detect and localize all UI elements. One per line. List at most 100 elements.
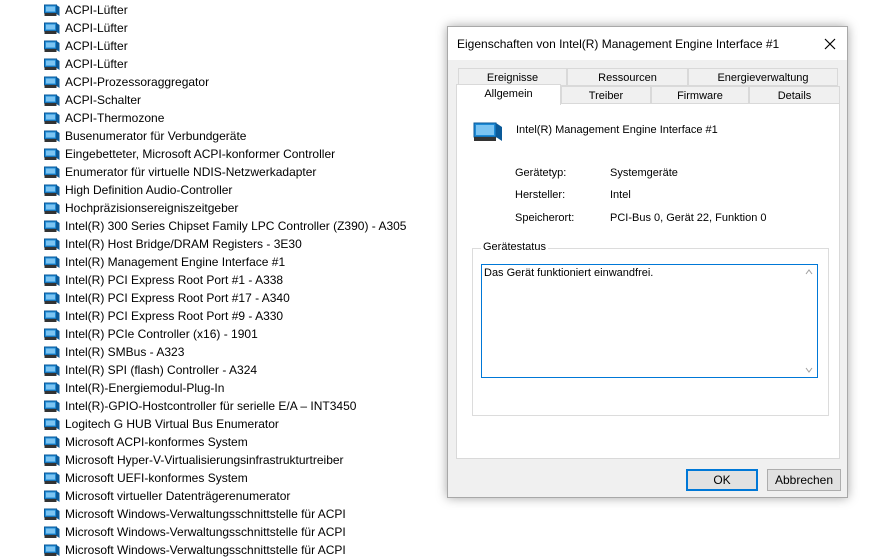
device-icon [44, 544, 60, 556]
tab-details[interactable]: Details [749, 86, 840, 104]
device-list-item[interactable]: Microsoft Windows-Verwaltungsschnittstel… [44, 541, 346, 559]
device-list-label: Microsoft ACPI-konformes System [65, 435, 248, 449]
device-list-item[interactable]: Intel(R)-GPIO-Hostcontroller für seriell… [44, 397, 356, 415]
device-icon [44, 328, 60, 340]
scroll-down-icon[interactable] [805, 367, 813, 373]
device-list-label: ACPI-Lüfter [65, 21, 128, 35]
dialog-title: Eigenschaften von Intel(R) Management En… [457, 37, 780, 51]
device-list-item[interactable]: ACPI-Thermozone [44, 109, 164, 127]
device-list-item[interactable]: Intel(R) PCI Express Root Port #1 - A338 [44, 271, 283, 289]
device-status-legend: Gerätestatus [481, 241, 548, 253]
device-list-item[interactable]: Intel(R) 300 Series Chipset Family LPC C… [44, 217, 406, 235]
device-list-item[interactable]: Microsoft virtueller Datenträgerenumerat… [44, 487, 290, 505]
device-list-item[interactable]: ACPI-Lüfter [44, 19, 128, 37]
device-icon [44, 382, 60, 394]
tab-ressourcen[interactable]: Ressourcen [567, 68, 688, 86]
tab-allgemein[interactable]: Allgemein [456, 84, 561, 105]
device-list-label: Microsoft Windows-Verwaltungsschnittstel… [65, 543, 346, 557]
properties-dialog: Eigenschaften von Intel(R) Management En… [447, 26, 848, 498]
device-icon [44, 58, 60, 70]
device-icon [44, 148, 60, 160]
device-type-value: Systemgeräte [610, 167, 678, 179]
title-bar[interactable]: Eigenschaften von Intel(R) Management En… [448, 27, 847, 60]
manufacturer-value: Intel [610, 189, 631, 201]
scroll-up-icon[interactable] [805, 269, 813, 275]
device-list-item[interactable]: Busenumerator für Verbundgeräte [44, 127, 246, 145]
device-list-label: Logitech G HUB Virtual Bus Enumerator [65, 417, 279, 431]
device-icon [44, 76, 60, 88]
device-list-item[interactable]: Microsoft Windows-Verwaltungsschnittstel… [44, 505, 346, 523]
device-list-item[interactable]: ACPI-Lüfter [44, 1, 128, 19]
device-icon [44, 310, 60, 322]
device-list-label: Microsoft Hyper-V-Virtualisierungsinfras… [65, 453, 344, 467]
device-list-label: Busenumerator für Verbundgeräte [65, 129, 247, 143]
tab-treiber[interactable]: Treiber [561, 86, 651, 104]
device-icon [44, 436, 60, 448]
device-list-label: Microsoft Windows-Verwaltungsschnittstel… [65, 507, 346, 521]
device-list-label: Intel(R) SPI (flash) Controller - A324 [65, 363, 258, 377]
device-icon [44, 130, 60, 142]
device-list-item[interactable]: Microsoft Windows-Verwaltungsschnittstel… [44, 523, 346, 541]
tab-firmware[interactable]: Firmware [651, 86, 749, 104]
device-list-item[interactable]: Intel(R) Host Bridge/DRAM Registers - 3E… [44, 235, 302, 253]
device-list-label: ACPI-Lüfter [65, 57, 128, 71]
device-list-item[interactable]: High Definition Audio-Controller [44, 181, 232, 199]
device-icon [44, 400, 60, 412]
tab-energieverwaltung[interactable]: Energieverwaltung [688, 68, 838, 86]
device-list-item[interactable]: Microsoft ACPI-konformes System [44, 433, 248, 451]
close-icon [824, 38, 836, 49]
device-list-label: ACPI-Lüfter [65, 39, 128, 53]
device-list-item[interactable]: Intel(R) PCIe Controller (x16) - 1901 [44, 325, 258, 343]
device-icon [44, 112, 60, 124]
device-list-item[interactable]: ACPI-Lüfter [44, 55, 128, 73]
device-icon [44, 346, 60, 358]
device-icon [44, 454, 60, 466]
device-list-label: Intel(R) Management Engine Interface #1 [65, 255, 286, 269]
device-list-item[interactable]: ACPI-Prozessoraggregator [44, 73, 209, 91]
device-status-text: Das Gerät funktioniert einwandfrei. [484, 267, 654, 279]
status-scrollbar[interactable] [801, 265, 817, 377]
device-status-group: Gerätestatus Das Gerät funktioniert einw… [472, 241, 829, 416]
device-status-textbox[interactable]: Das Gerät funktioniert einwandfrei. [481, 264, 818, 378]
device-list-label: ACPI-Thermozone [65, 111, 165, 125]
device-icon [44, 508, 60, 520]
device-icon [44, 490, 60, 502]
device-icon [44, 22, 60, 34]
device-list-item[interactable]: Microsoft UEFI-konformes System [44, 469, 248, 487]
device-icon [44, 94, 60, 106]
cancel-button[interactable]: Abbrechen [767, 469, 841, 491]
device-list-item[interactable]: ACPI-Lüfter [44, 37, 128, 55]
device-list-item[interactable]: ACPI-Schalter [44, 91, 141, 109]
device-list-label: Intel(R) SMBus - A323 [65, 345, 185, 359]
device-list-label: Microsoft virtueller Datenträgerenumerat… [65, 489, 291, 503]
device-list-label: ACPI-Schalter [65, 93, 142, 107]
device-icon [473, 122, 502, 141]
location-label: Speicherort: [515, 212, 575, 224]
device-icon [44, 238, 60, 250]
device-list-item[interactable]: Intel(R) SMBus - A323 [44, 343, 184, 361]
device-icon [44, 364, 60, 376]
device-list-label: Microsoft Windows-Verwaltungsschnittstel… [65, 525, 346, 539]
device-name: Intel(R) Management Engine Interface #1 [516, 124, 718, 136]
device-list-item[interactable]: Intel(R)-Energiemodul-Plug-In [44, 379, 224, 397]
device-list-item[interactable]: Intel(R) PCI Express Root Port #9 - A330 [44, 307, 283, 325]
close-button[interactable] [813, 27, 847, 60]
device-list-item[interactable]: Intel(R) PCI Express Root Port #17 - A34… [44, 289, 290, 307]
ok-button[interactable]: OK [686, 469, 758, 491]
device-list-label: Intel(R) Host Bridge/DRAM Registers - 3E… [65, 237, 302, 251]
device-list-label: Eingebetteter, Microsoft ACPI-konformer … [65, 147, 336, 161]
device-list-label: Intel(R) PCIe Controller (x16) - 1901 [65, 327, 258, 341]
device-list-label: Enumerator für virtuelle NDIS-Netzwerkad… [65, 165, 317, 179]
device-list-item[interactable]: Microsoft Hyper-V-Virtualisierungsinfras… [44, 451, 344, 469]
device-icon [44, 472, 60, 484]
device-list-item[interactable]: Intel(R) SPI (flash) Controller - A324 [44, 361, 257, 379]
device-list-label: Intel(R)-GPIO-Hostcontroller für seriell… [65, 399, 357, 413]
device-list-item[interactable]: Intel(R) Management Engine Interface #1 [44, 253, 285, 271]
device-list-item[interactable]: Logitech G HUB Virtual Bus Enumerator [44, 415, 279, 433]
device-list-item[interactable]: Hochpräzisionsereigniszeitgeber [44, 199, 238, 217]
device-list-label: Intel(R) PCI Express Root Port #9 - A330 [65, 309, 284, 323]
device-list-item[interactable]: Eingebetteter, Microsoft ACPI-konformer … [44, 145, 335, 163]
device-icon [44, 166, 60, 178]
device-icon [44, 184, 60, 196]
device-list-item[interactable]: Enumerator für virtuelle NDIS-Netzwerkad… [44, 163, 316, 181]
